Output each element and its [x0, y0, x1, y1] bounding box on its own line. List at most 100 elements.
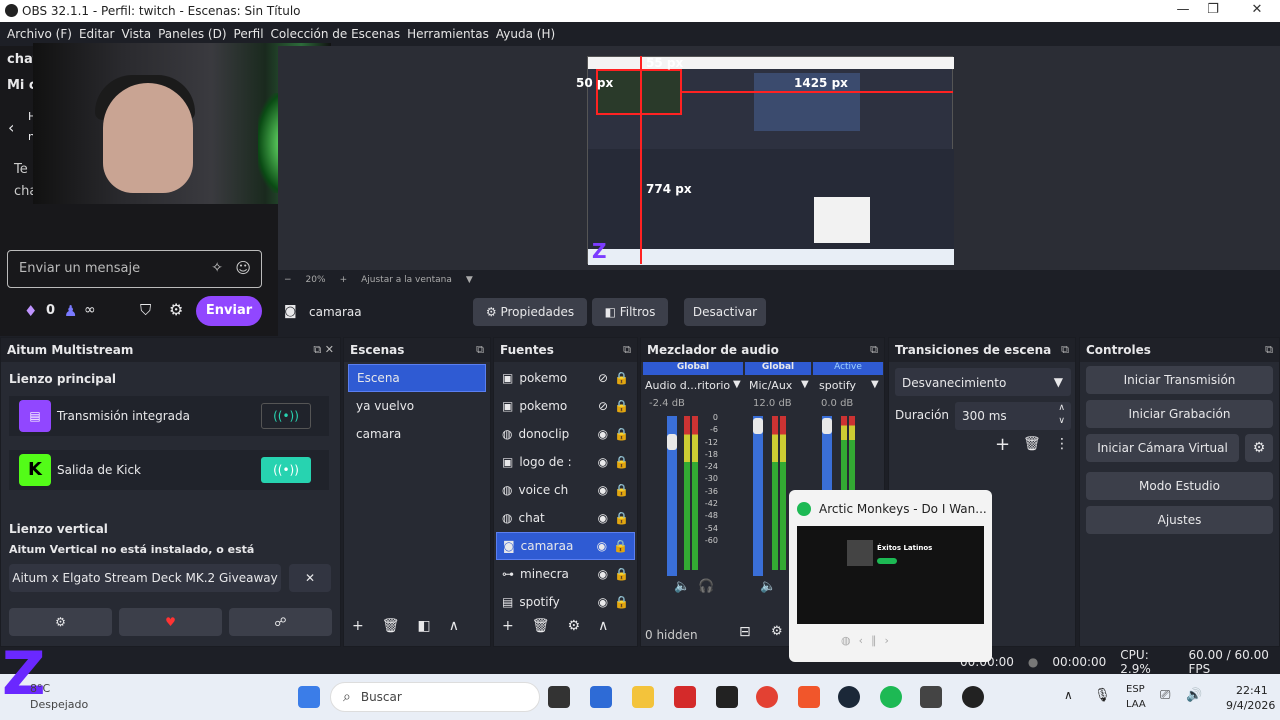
- back-chevron-icon[interactable]: ‹: [8, 118, 14, 137]
- close-button[interactable]: ✕: [1242, 2, 1272, 20]
- source-item[interactable]: ◍ voice ch ◉ 🔒: [496, 476, 635, 504]
- menu-archivo[interactable]: Archivo (F): [7, 27, 72, 41]
- filters-button[interactable]: ◧ Filtros: [592, 298, 668, 326]
- add-source-icon[interactable]: +: [502, 618, 514, 634]
- aitum-settings-icon[interactable]: ⚙: [9, 608, 112, 636]
- scenes-undock-icon[interactable]: ⧉: [476, 343, 484, 357]
- fader-handle[interactable]: [822, 418, 832, 434]
- app-icon-2[interactable]: [920, 686, 942, 708]
- eye-icon[interactable]: ◉: [598, 455, 608, 469]
- obs-taskbar-icon[interactable]: [962, 686, 984, 708]
- emoji-icon[interactable]: ☺: [235, 259, 251, 277]
- zoom-dropdown-icon[interactable]: ▼: [466, 275, 473, 285]
- eye-icon[interactable]: ◉: [598, 567, 608, 581]
- eye-icon[interactable]: ◉: [598, 483, 608, 497]
- fit-to-window[interactable]: Ajustar a la ventana: [361, 275, 452, 285]
- controls-undock-icon[interactable]: ⧉: [1265, 343, 1273, 357]
- transitions-undock-icon[interactable]: ⧉: [1061, 343, 1069, 357]
- eye-icon[interactable]: ◉: [598, 595, 608, 609]
- lock-icon[interactable]: 🔒: [614, 399, 629, 413]
- source-settings-icon[interactable]: ⚙: [568, 618, 581, 634]
- mixer-undock-icon[interactable]: ⧉: [870, 343, 878, 357]
- zoom-out-button[interactable]: −: [284, 275, 292, 285]
- speaker-icon[interactable]: 🔈: [674, 579, 690, 594]
- source-item[interactable]: ▣ pokemo ⊘ 🔒: [496, 364, 635, 392]
- scene-item[interactable]: camara: [348, 420, 486, 448]
- lock-icon[interactable]: 🔒: [614, 427, 629, 441]
- brave-icon[interactable]: [798, 686, 820, 708]
- stepper-icon[interactable]: ∧ ∨: [1058, 402, 1065, 428]
- add-scene-icon[interactable]: +: [352, 618, 364, 634]
- giveaway-close-icon[interactable]: ✕: [289, 564, 331, 592]
- chat-message-input[interactable]: Enviar un mensaje ✧ ☺: [7, 250, 262, 288]
- lock-icon[interactable]: 🔒: [614, 483, 629, 497]
- channel-points-icon[interactable]: ♦: [24, 302, 37, 320]
- menu-paneles[interactable]: Paneles (D): [158, 27, 226, 41]
- eye-icon[interactable]: ◉: [598, 511, 608, 525]
- maximize-button[interactable]: ❐: [1198, 2, 1228, 20]
- channel-name[interactable]: Audio d...ritorio: [645, 379, 733, 392]
- move-up-icon[interactable]: ∧: [449, 618, 459, 634]
- steam-icon[interactable]: [838, 686, 860, 708]
- lock-icon[interactable]: 🔒: [613, 539, 628, 553]
- mixer-settings-icon[interactable]: ⚙: [771, 624, 783, 639]
- clock-date[interactable]: 9/4/2026: [1226, 699, 1275, 712]
- kick-stream-toggle[interactable]: ((•)): [261, 457, 311, 483]
- spotify-thumbnail-popup[interactable]: Arctic Monkeys - Do I Wan... Éxitos Lati…: [789, 490, 992, 662]
- move-up-icon[interactable]: ∧: [598, 618, 608, 634]
- remove-source-icon[interactable]: 🗑: [532, 618, 550, 634]
- more-options-icon[interactable]: ⋮: [1055, 436, 1069, 452]
- properties-button[interactable]: ⚙ Propiedades: [473, 298, 587, 326]
- fader-handle[interactable]: [667, 434, 677, 450]
- spotify-logo-button[interactable]: ◍: [841, 634, 851, 647]
- source-item[interactable]: ◍ donoclip ◉ 🔒: [496, 420, 635, 448]
- menu-editar[interactable]: Editar: [79, 27, 115, 41]
- scene-item[interactable]: ya vuelvo: [348, 392, 486, 420]
- magic-wand-icon[interactable]: ✧: [211, 260, 223, 276]
- scene-item[interactable]: Escena: [348, 364, 486, 392]
- scene-filters-icon[interactable]: ◧: [418, 618, 431, 634]
- file-explorer-icon[interactable]: [632, 686, 654, 708]
- hidden-eye-icon[interactable]: ⊘: [598, 371, 608, 385]
- source-item[interactable]: ▤ spotify ◉ 🔒: [496, 588, 635, 616]
- chevron-down-icon[interactable]: ▼: [733, 379, 741, 390]
- transition-select[interactable]: Desvanecimiento ▼: [895, 368, 1071, 396]
- headphones-icon[interactable]: 🎧: [698, 579, 714, 594]
- shield-icon[interactable]: ⛉: [140, 301, 151, 319]
- menu-vista[interactable]: Vista: [121, 27, 151, 41]
- lock-icon[interactable]: 🔒: [614, 567, 629, 581]
- chevron-down-icon[interactable]: ▼: [801, 379, 809, 390]
- start-streaming-button[interactable]: Iniciar Transmisión: [1086, 366, 1273, 394]
- next-icon[interactable]: ›: [885, 634, 889, 647]
- start-recording-button[interactable]: Iniciar Grabación: [1086, 400, 1273, 428]
- source-item[interactable]: ▣ logo de : ◉ 🔒: [496, 448, 635, 476]
- remove-scene-icon[interactable]: 🗑: [382, 618, 400, 634]
- previous-icon[interactable]: ‹: [859, 634, 863, 647]
- network-icon[interactable]: ⎚: [1160, 688, 1170, 703]
- deactivate-button[interactable]: Desactivar: [684, 298, 766, 326]
- discord-icon[interactable]: ☍: [229, 608, 332, 636]
- pause-icon[interactable]: ∥: [871, 634, 877, 647]
- menu-ayuda[interactable]: Ayuda (H): [496, 27, 555, 41]
- speaker-icon[interactable]: 🔈: [760, 579, 776, 594]
- epic-games-icon[interactable]: [716, 686, 738, 708]
- microphone-icon[interactable]: 🎙: [1094, 688, 1111, 703]
- dock-controls-icon[interactable]: ⧉ ✕: [313, 343, 334, 357]
- windows-start-icon[interactable]: [298, 686, 320, 708]
- chrome-icon[interactable]: [756, 686, 778, 708]
- volume-icon[interactable]: 🔊: [1186, 688, 1202, 703]
- studio-mode-button[interactable]: Modo Estudio: [1086, 472, 1273, 500]
- settings-button[interactable]: Ajustes: [1086, 506, 1273, 534]
- virtual-camera-settings-icon[interactable]: ⚙: [1245, 434, 1273, 462]
- menu-perfil[interactable]: Perfil: [234, 27, 264, 41]
- lock-icon[interactable]: 🔒: [614, 511, 629, 525]
- source-item[interactable]: ⊶ minecra ◉ 🔒: [496, 560, 635, 588]
- fader-track[interactable]: [753, 416, 763, 576]
- clock-time[interactable]: 22:41: [1236, 684, 1268, 697]
- zoom-in-button[interactable]: +: [340, 275, 348, 285]
- source-item[interactable]: ▣ pokemo ⊘ 🔒: [496, 392, 635, 420]
- channel-name[interactable]: Mic/Aux: [749, 379, 792, 392]
- language-layout[interactable]: LAA: [1126, 699, 1146, 710]
- minimize-button[interactable]: —: [1168, 2, 1198, 20]
- twitch-stream-toggle[interactable]: ((•)): [261, 403, 311, 429]
